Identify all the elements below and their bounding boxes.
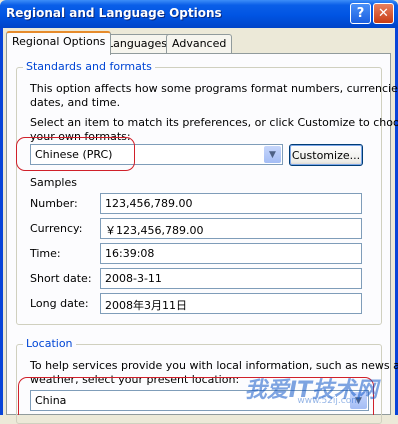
window-title: Regional and Language Options — [6, 6, 222, 20]
tab-panel: Standards and formats This option affect… — [6, 53, 398, 424]
format-highlight-annotation — [16, 137, 135, 171]
close-button[interactable]: ✕ — [373, 3, 394, 24]
close-icon: ✕ — [378, 6, 389, 21]
tab-label: Regional Options — [12, 35, 106, 48]
standards-description-line2: dates, and time. — [30, 96, 121, 109]
tab-label: Languages — [107, 37, 168, 50]
watermark-url: www.52ij.com — [297, 396, 360, 406]
standards-description-line1: This option affects how some programs fo… — [30, 82, 398, 95]
sample-value-short-date: 2008-3-11 — [100, 268, 362, 289]
title-bar: Regional and Language Options ? ✕ — [0, 0, 398, 28]
samples-heading: Samples — [30, 176, 77, 189]
customize-label: Customize... — [291, 148, 361, 162]
standards-group: Standards and formats This option affect… — [16, 60, 398, 325]
tab-regional-options[interactable]: Regional Options — [6, 31, 112, 55]
standards-legend: Standards and formats — [23, 60, 155, 73]
tab-languages[interactable]: Languages — [101, 34, 174, 53]
location-legend: Location — [23, 337, 76, 350]
sample-label-currency: Currency: — [30, 222, 83, 235]
sample-value-long-date: 2008年3月11日 — [100, 293, 362, 314]
customize-button[interactable]: Customize... — [289, 144, 363, 166]
sample-label-short-date: Short date: — [30, 272, 92, 285]
sample-label-long-date: Long date: — [30, 297, 89, 310]
sample-label-number: Number: — [30, 197, 78, 210]
location-help-line1: To help services provide you with local … — [30, 359, 398, 372]
sample-value-currency: ￥123,456,789.00 — [100, 218, 362, 239]
chevron-down-icon[interactable]: ▼ — [264, 146, 281, 163]
sample-value-number: 123,456,789.00 — [100, 193, 362, 214]
tab-label: Advanced — [172, 37, 227, 50]
select-prompt-line1: Select an item to match its preferences,… — [30, 116, 398, 129]
tab-advanced[interactable]: Advanced — [166, 34, 233, 53]
help-button[interactable]: ? — [350, 3, 371, 24]
help-icon: ? — [356, 6, 365, 21]
sample-value-time: 16:39:08 — [100, 243, 362, 264]
window-frame-left — [0, 28, 3, 415]
sample-label-time: Time: — [30, 247, 61, 260]
